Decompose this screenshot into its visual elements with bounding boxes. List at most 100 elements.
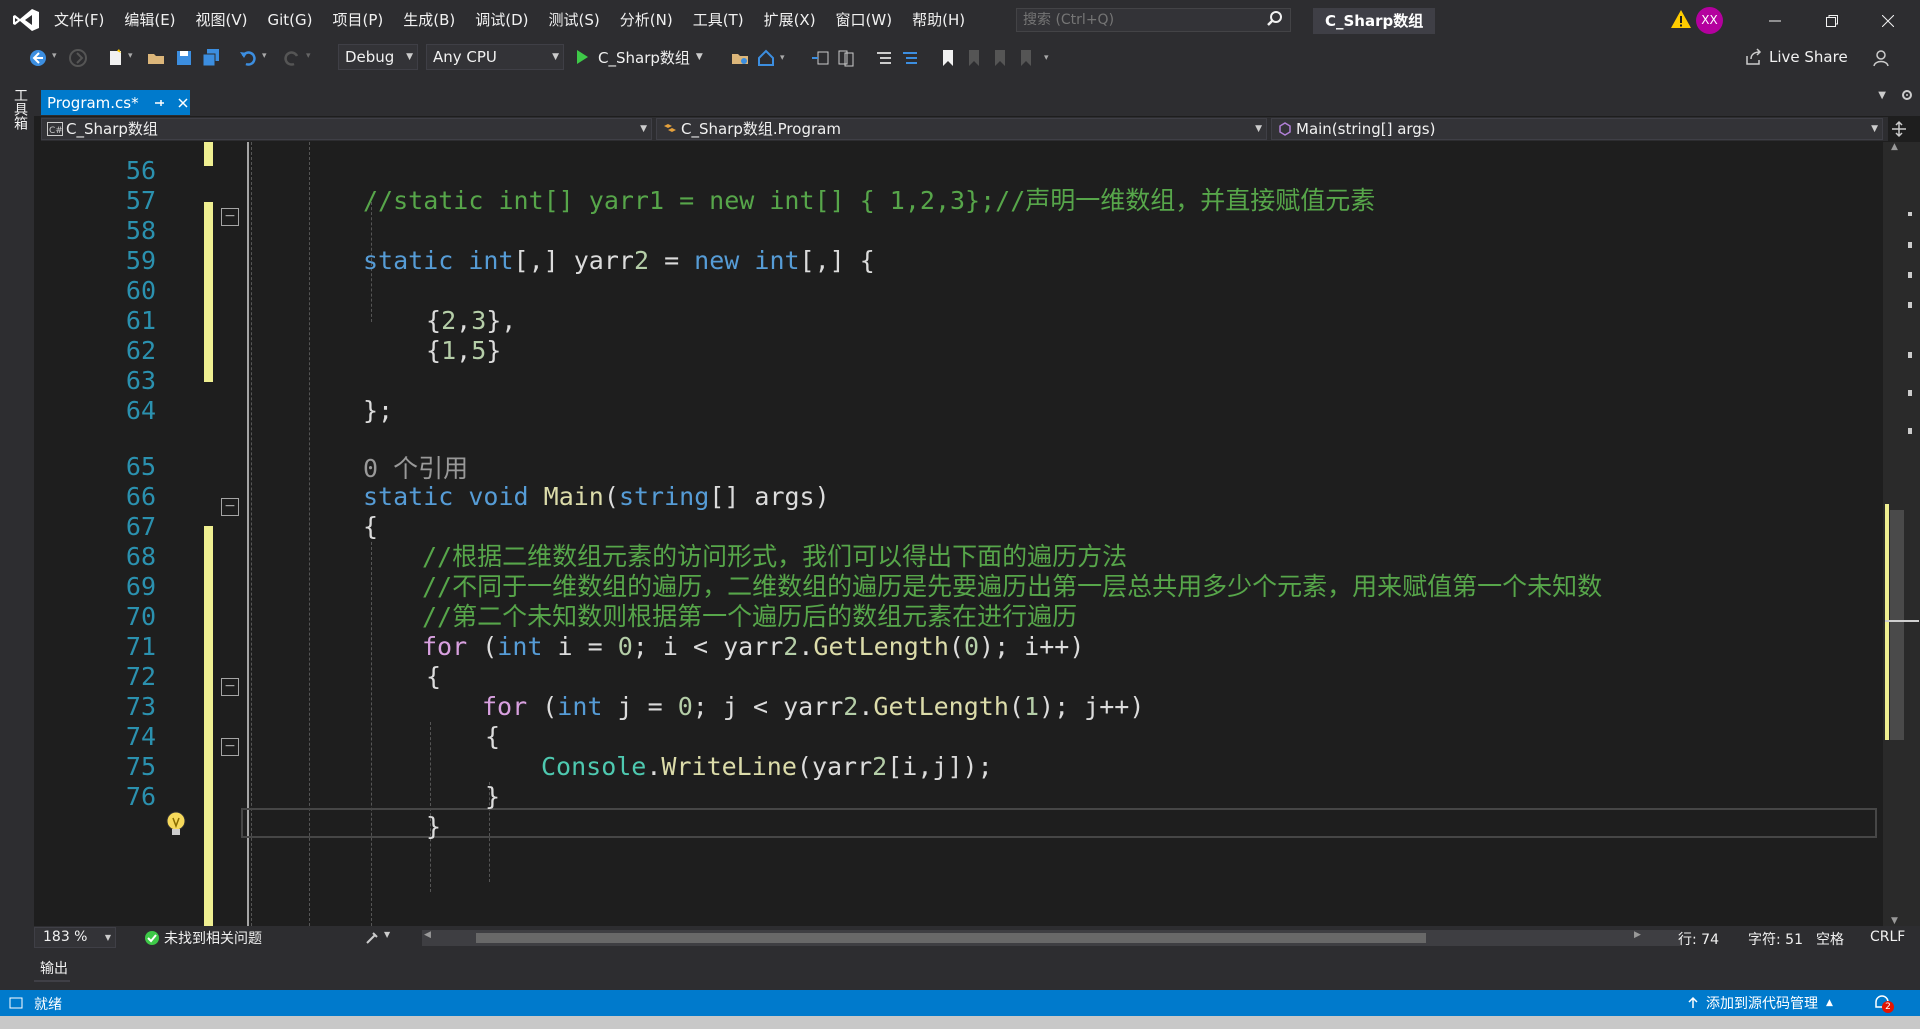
toolbox-tab[interactable]: 工具箱	[10, 88, 30, 130]
code-line: 74 Console.WriteLine(yarr2[i,j]);	[41, 692, 1883, 781]
clear-bookmarks-icon[interactable]	[1016, 48, 1036, 68]
platform-dropdown[interactable]: Any CPU ▼	[426, 44, 564, 70]
live-share-button[interactable]: Live Share	[1745, 44, 1848, 70]
home-dropdown-icon[interactable]: ▾	[780, 53, 785, 63]
spacing-indicator[interactable]: 空格	[1816, 929, 1844, 949]
close-tab-icon[interactable]	[177, 97, 189, 109]
menu-test[interactable]: 测试(S)	[539, 0, 610, 41]
line-ending-indicator[interactable]: CRLF	[1870, 929, 1905, 945]
comment-lines-icon[interactable]	[874, 48, 894, 68]
code-cleanup-icon[interactable]	[364, 930, 380, 946]
code-line: 70 for (int i = 0; i < yarr2.GetLength(0…	[41, 572, 1883, 661]
scroll-down-icon[interactable]: ▼	[1891, 916, 1901, 926]
platform-value: Any CPU	[433, 48, 497, 66]
menu-edit[interactable]: 编辑(E)	[114, 0, 185, 41]
menu-help[interactable]: 帮助(H)	[902, 0, 975, 41]
menu-build[interactable]: 生成(B)	[393, 0, 465, 41]
column-indicator[interactable]: 字符: 51	[1748, 929, 1803, 949]
lightbulb-icon[interactable]	[163, 810, 189, 840]
menu-extensions[interactable]: 扩展(X)	[754, 0, 826, 41]
code-line: 65 static void Main(string[] args)	[41, 422, 1883, 511]
notification-count-badge: 2	[1882, 1001, 1894, 1013]
chevron-down-icon: ▼	[640, 124, 647, 134]
warning-icon[interactable]	[1670, 8, 1692, 30]
avatar[interactable]: XX	[1696, 7, 1723, 34]
menu-project[interactable]: 项目(P)	[323, 0, 394, 41]
class-dropdown[interactable]: C_Sharp数组.Program ▼	[656, 118, 1267, 140]
code-line: 66 {	[41, 452, 1883, 541]
restore-button[interactable]	[1804, 0, 1860, 41]
back-dropdown-icon[interactable]: ▾	[52, 51, 57, 61]
undo-dropdown-icon[interactable]: ▾	[262, 51, 267, 61]
menu-file[interactable]: 文件(F)	[44, 0, 114, 41]
scroll-marker	[1908, 352, 1912, 358]
bookmark-icon[interactable]	[938, 48, 958, 68]
restore-icon	[1826, 14, 1838, 27]
scroll-left-icon[interactable]: ◀	[424, 930, 431, 940]
close-window-button[interactable]	[1860, 0, 1916, 41]
chevron-down-icon: ▼	[1255, 124, 1262, 134]
code-editor[interactable]: − − − − 56 //static int[] yarr1 = new in…	[41, 142, 1883, 926]
open-file-in-folder-icon[interactable]	[730, 48, 750, 68]
play-icon	[577, 50, 588, 64]
minimize-icon	[1769, 20, 1781, 21]
run-dropdown-icon[interactable]: ▼	[696, 52, 703, 62]
search-icon[interactable]	[1265, 9, 1285, 29]
prev-bookmark-icon[interactable]	[964, 48, 984, 68]
cleanup-dropdown-icon[interactable]: ▼	[384, 930, 390, 939]
uncomment-lines-icon[interactable]	[900, 48, 920, 68]
redo-dropdown-icon[interactable]: ▾	[306, 51, 311, 61]
search-input[interactable]	[1016, 8, 1291, 32]
back-arrow-icon[interactable]	[28, 48, 48, 68]
live-share-label: Live Share	[1769, 48, 1848, 66]
menu-window[interactable]: 窗口(W)	[826, 0, 903, 41]
visual-studio-logo-icon[interactable]	[12, 8, 40, 32]
save-all-icon[interactable]	[201, 48, 221, 68]
output-tab[interactable]: 输出	[40, 958, 68, 978]
open-folder-icon[interactable]	[146, 48, 166, 68]
chevron-down-icon: ▼	[552, 52, 559, 62]
menu-view[interactable]: 视图(V)	[186, 0, 258, 41]
tab-program-cs[interactable]: Program.cs*	[41, 90, 190, 115]
project-name: C_Sharp数组	[66, 120, 158, 138]
line-indicator[interactable]: 行: 74	[1678, 929, 1719, 949]
next-bookmark-icon[interactable]	[990, 48, 1010, 68]
config-dropdown[interactable]: Debug ▼	[338, 44, 418, 70]
step-over-icon[interactable]	[836, 48, 856, 68]
menu-debug[interactable]: 调试(D)	[465, 0, 538, 41]
run-button[interactable]: C_Sharp数组 ▼	[572, 44, 703, 70]
new-dropdown-icon[interactable]: ▾	[128, 51, 133, 61]
h-scroll-thumb[interactable]	[476, 933, 1426, 943]
forward-arrow-icon[interactable]	[68, 48, 88, 68]
scroll-up-icon[interactable]: ▲	[1891, 142, 1901, 152]
split-editor-icon[interactable]	[1888, 119, 1910, 139]
horizontal-scrollbar[interactable]: ◀	[422, 930, 1680, 946]
member-dropdown[interactable]: Main(string[] args) ▼	[1271, 118, 1883, 140]
minimize-button[interactable]	[1747, 0, 1803, 41]
menu-git[interactable]: Git(G)	[258, 0, 323, 41]
issues-indicator[interactable]: 未找到相关问题	[144, 926, 262, 950]
gear-icon[interactable]	[1900, 88, 1914, 102]
menu-analyze[interactable]: 分析(N)	[610, 0, 683, 41]
scroll-right-icon[interactable]: ▶	[1634, 930, 1641, 940]
toolbar-overflow-icon[interactable]: ▾	[1044, 53, 1049, 63]
code-line: 59	[41, 216, 1883, 275]
vertical-scrollbar[interactable]: ▲ ▼	[1883, 142, 1920, 926]
step-into-icon[interactable]	[810, 48, 830, 68]
add-to-source-control-button[interactable]: 添加到源代码管理 ▲	[1686, 990, 1833, 1016]
menu-tools[interactable]: 工具(T)	[683, 0, 754, 41]
project-dropdown[interactable]: C# C_Sharp数组 ▼	[41, 118, 652, 140]
new-project-icon[interactable]	[106, 48, 126, 68]
feedback-icon[interactable]	[1872, 47, 1894, 69]
notifications-button[interactable]: 2	[1872, 993, 1894, 1017]
zoom-dropdown[interactable]: 183 % ▼	[34, 927, 116, 948]
menu-bar: 文件(F) 编辑(E) 视图(V) Git(G) 项目(P) 生成(B) 调试(…	[44, 0, 975, 41]
save-icon[interactable]	[174, 48, 194, 68]
redo-icon[interactable]	[282, 48, 302, 68]
scroll-thumb[interactable]	[1890, 510, 1904, 740]
code-line: 60 {2,3},	[41, 246, 1883, 335]
tab-list-dropdown-icon[interactable]: ▼	[1878, 90, 1886, 101]
pin-icon[interactable]	[153, 97, 165, 109]
undo-icon[interactable]	[238, 48, 258, 68]
home-icon[interactable]	[756, 48, 776, 68]
